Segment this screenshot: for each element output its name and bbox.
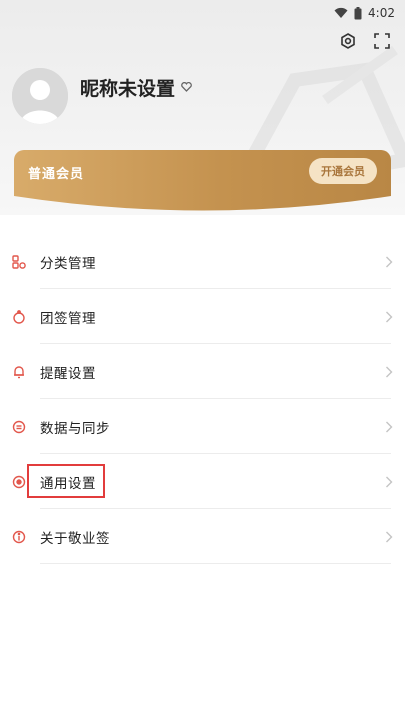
bell-icon <box>12 365 26 379</box>
battery-icon <box>354 6 362 19</box>
menu-item-label: 团签管理 <box>40 310 96 327</box>
vip-level-label: 普通会员 <box>28 167 85 182</box>
highlight-box <box>27 464 105 498</box>
menu-item-label: 分类管理 <box>40 255 96 272</box>
open-vip-button[interactable]: 开通会员 <box>309 158 377 184</box>
menu-item-label: 数据与同步 <box>40 420 110 437</box>
status-bar: 4:02 <box>0 0 405 26</box>
menu-item-data-sync[interactable]: 数据与同步 <box>0 399 405 454</box>
chevron-right-icon <box>386 476 393 487</box>
settings-menu: 分类管理 团签管理 提醒设置 数据与同步 通用设置 关于敬业签 <box>0 234 405 564</box>
menu-item-general-settings[interactable]: 通用设置 <box>0 454 405 509</box>
scan-icon[interactable] <box>373 32 391 50</box>
group-tag-icon <box>12 309 26 324</box>
wifi-icon <box>334 7 348 18</box>
settings-gear-icon[interactable] <box>339 32 357 50</box>
menu-item-about[interactable]: 关于敬业签 <box>0 509 405 564</box>
menu-item-reminder[interactable]: 提醒设置 <box>0 344 405 399</box>
status-time: 4:02 <box>368 6 395 20</box>
settings-dot-icon <box>12 475 26 489</box>
avatar[interactable] <box>12 68 68 124</box>
nickname-text: 昵称未设置 <box>80 77 176 100</box>
info-icon <box>12 530 26 544</box>
default-avatar-icon <box>12 68 68 124</box>
profile-section[interactable]: 昵称未设置 <box>12 68 192 124</box>
chevron-right-icon <box>386 256 393 267</box>
sync-icon <box>12 420 26 434</box>
menu-item-group-tag[interactable]: 团签管理 <box>0 289 405 344</box>
chevron-right-icon <box>386 531 393 542</box>
menu-item-label: 提醒设置 <box>40 365 96 382</box>
divider <box>40 563 391 564</box>
category-icon <box>12 254 26 269</box>
menu-item-label: 关于敬业签 <box>40 530 110 547</box>
chevron-right-icon <box>386 366 393 377</box>
chevron-right-icon <box>386 311 393 322</box>
menu-item-category[interactable]: 分类管理 <box>0 234 405 289</box>
top-actions <box>339 32 391 50</box>
vip-card[interactable]: 普通会员 开通会员 <box>14 150 391 212</box>
gender-heart-icon <box>181 82 192 92</box>
chevron-right-icon <box>386 421 393 432</box>
nickname[interactable]: 昵称未设置 <box>80 74 192 101</box>
